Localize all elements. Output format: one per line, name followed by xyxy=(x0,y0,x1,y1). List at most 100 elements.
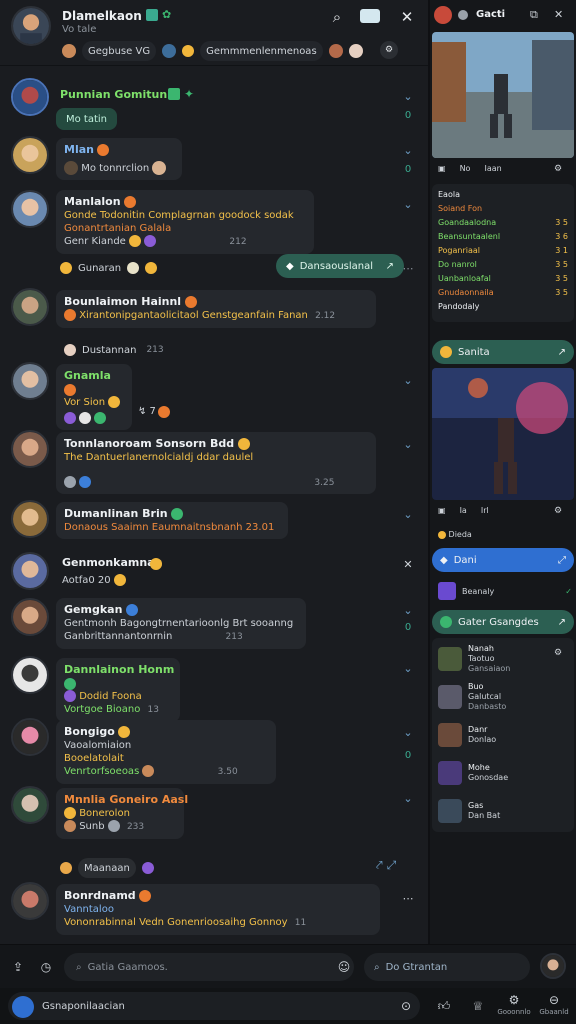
clock-icon[interactable]: ◷ xyxy=(36,957,56,977)
close-icon[interactable]: ✕ xyxy=(396,6,418,28)
sender-name[interactable]: Gnamla xyxy=(64,369,111,382)
message-bubble[interactable]: Bonrdnamd Vanntaloo Vononrabinnal Vedn G… xyxy=(56,884,380,935)
list-item[interactable]: Beanaly ✓ xyxy=(438,580,572,602)
sender-name[interactable]: Bonrdnamd xyxy=(64,889,136,902)
avatar[interactable] xyxy=(11,500,49,538)
reaction-chip[interactable]: Maanaan xyxy=(78,858,136,878)
more-icon[interactable]: ⊖ xyxy=(544,990,564,1010)
chevron-down-icon[interactable]: ⌄ xyxy=(401,508,415,521)
chevron-down-icon[interactable]: ⌄ xyxy=(401,144,415,157)
avatar[interactable] xyxy=(11,430,49,468)
settings-icon[interactable]: ⚙ xyxy=(554,164,562,174)
send-icon[interactable]: ⊙ xyxy=(396,996,416,1016)
attach-icon[interactable]: ⇪ xyxy=(8,957,28,977)
sender-name[interactable]: Manlalon xyxy=(64,195,121,208)
game-screenshot[interactable] xyxy=(432,368,574,500)
member-item[interactable]: Buo Galutcal Danbasto xyxy=(438,682,572,712)
chevron-down-icon[interactable]: ⌄ xyxy=(401,374,415,387)
sender-name[interactable]: Punnian Gomitun xyxy=(60,88,167,102)
search-icon[interactable]: ⌕ xyxy=(326,6,348,28)
avatar[interactable] xyxy=(11,362,49,400)
message-bubble[interactable]: Bounlaimon Hainnl Xirantonipgantaolicita… xyxy=(56,290,376,328)
sender-name[interactable]: Dumanlinan Brin xyxy=(64,507,168,520)
tab-irl[interactable]: Irl xyxy=(481,506,489,515)
video-icon[interactable] xyxy=(360,9,380,23)
avatar[interactable] xyxy=(11,136,49,174)
gear-icon[interactable]: ⚙ xyxy=(504,990,524,1010)
message-bubble[interactable]: Mnnlia Goneiro Aasl Bonerolon Sunb 233 xyxy=(56,788,188,839)
participant-chip[interactable]: Gemmmenlenmenoas xyxy=(200,41,323,61)
avatar[interactable] xyxy=(11,598,49,636)
sender-name[interactable]: Dannlainon Honm xyxy=(64,663,174,676)
chevron-down-icon[interactable]: ⌄ xyxy=(401,726,415,739)
avatar[interactable] xyxy=(11,718,49,756)
tab-label[interactable]: Gooonnlo xyxy=(494,1008,534,1016)
message-bubble[interactable]: Dannlainon Honm Dodid Foona Vortgoe Bioa… xyxy=(56,658,180,722)
filter-input[interactable]: ⌕ Do Gtrantan xyxy=(364,953,530,981)
avatar[interactable] xyxy=(11,656,49,694)
member-item[interactable]: Danr Donlao xyxy=(438,720,572,750)
settings-icon[interactable]: ⚙ xyxy=(380,41,398,59)
section-pill[interactable]: ◆ Dani ⤢ xyxy=(432,548,574,572)
chevron-down-icon[interactable]: ⌄ xyxy=(401,604,415,617)
sender-name[interactable]: Genmonkamnan xyxy=(62,556,162,570)
sender-name[interactable]: Mlan xyxy=(64,143,94,156)
avatar[interactable] xyxy=(11,78,49,116)
more-icon[interactable]: ⋯ xyxy=(401,892,415,905)
share-icon[interactable]: ⤤ ⤢ xyxy=(376,858,396,873)
member-item[interactable]: Nanah Taotuo Gansaiaon xyxy=(438,644,572,674)
avatar[interactable] xyxy=(11,288,49,326)
close-icon[interactable]: ✕ xyxy=(554,8,563,21)
avatar[interactable] xyxy=(11,786,49,824)
chevron-down-icon[interactable]: ⌄ xyxy=(401,90,415,103)
reaction-pill[interactable]: ◆ Dansaouslanal ↗ xyxy=(276,254,404,278)
avatar[interactable] xyxy=(11,882,49,920)
chevron-down-icon[interactable]: ⌄ xyxy=(401,792,415,805)
message-bubble[interactable]: Mo tatin xyxy=(56,108,118,130)
member-item[interactable]: Gas Dan Bat xyxy=(438,796,572,826)
avatar[interactable] xyxy=(11,552,49,590)
chevron-down-icon[interactable]: ⌄ xyxy=(401,198,415,211)
tab-iaan[interactable]: Iaan xyxy=(484,164,501,173)
message-bubble[interactable]: Bongigo Vaoalomiaion Booelatolait Venrto… xyxy=(56,720,276,784)
sender-name[interactable]: Tonnlanoroam Sonsorn Bdd xyxy=(64,437,234,450)
thumbs-up-icon[interactable]: 👍︎ xyxy=(434,996,454,1016)
more-icon[interactable]: ⋯ xyxy=(401,262,415,275)
settings-icon[interactable]: ⚙ xyxy=(554,506,562,516)
sender-name[interactable]: Gemgkan xyxy=(64,603,122,616)
chevron-down-icon[interactable]: ⌄ xyxy=(401,662,415,675)
section-pill[interactable]: Gater Gsangdes ↗ xyxy=(432,610,574,634)
avatar[interactable] xyxy=(11,6,51,46)
timestamp: 212 xyxy=(229,237,247,247)
message-bubble[interactable]: Gnamla Vor Sion xyxy=(56,364,132,430)
message-bubble[interactable]: Manlalon Gonde Todonitin Complagrnan goo… xyxy=(56,190,314,254)
close-icon[interactable]: ✕ xyxy=(401,558,415,571)
avatar[interactable] xyxy=(434,6,452,24)
expand-icon[interactable]: ⧉ xyxy=(530,8,538,22)
avatar[interactable] xyxy=(540,953,566,979)
section-pill[interactable]: Sanita ↗ xyxy=(432,340,574,364)
trophy-icon[interactable]: ♕ xyxy=(468,996,488,1016)
participant-chip[interactable]: Gegbuse VG xyxy=(82,41,157,61)
tab-ia[interactable]: Ia xyxy=(460,506,467,515)
settings-icon[interactable]: ⚙ xyxy=(554,648,562,658)
game-screenshot[interactable] xyxy=(432,32,574,158)
avatar[interactable] xyxy=(12,996,34,1018)
message-bubble[interactable]: Gemgkan Gentmonh Bagongtrnentarioonlg Br… xyxy=(56,598,306,649)
tab-icon[interactable]: ▣ xyxy=(438,506,446,515)
sender-name[interactable]: Bounlaimon Hainnl xyxy=(64,295,181,308)
sender-name[interactable]: Bongigo xyxy=(64,725,115,738)
tab-no[interactable]: No xyxy=(460,164,471,173)
tab-label[interactable]: Gbaanld xyxy=(534,1008,574,1016)
search-input[interactable]: ⌕ Gatia Gaamoos. xyxy=(64,953,354,981)
member-item[interactable]: Mohe Gonosdae xyxy=(438,758,572,788)
message-bubble[interactable]: Mlan Mo tonnrclion xyxy=(56,138,182,180)
tab-icon[interactable]: ▣ xyxy=(438,164,446,173)
message-input[interactable]: Gsnaponilaacian xyxy=(8,992,420,1020)
sender-name[interactable]: Mnnlia Goneiro Aasl xyxy=(64,793,188,807)
message-bubble[interactable]: Dumanlinan Brin Donaous Saaimn Eaumnaitn… xyxy=(56,502,288,539)
emoji-button-icon[interactable]: ☺ xyxy=(334,957,354,977)
message-bubble[interactable]: Tonnlanoroam Sonsorn Bdd The Dantuerlane… xyxy=(56,432,376,494)
avatar[interactable] xyxy=(11,190,49,228)
chevron-down-icon[interactable]: ⌄ xyxy=(401,438,415,451)
